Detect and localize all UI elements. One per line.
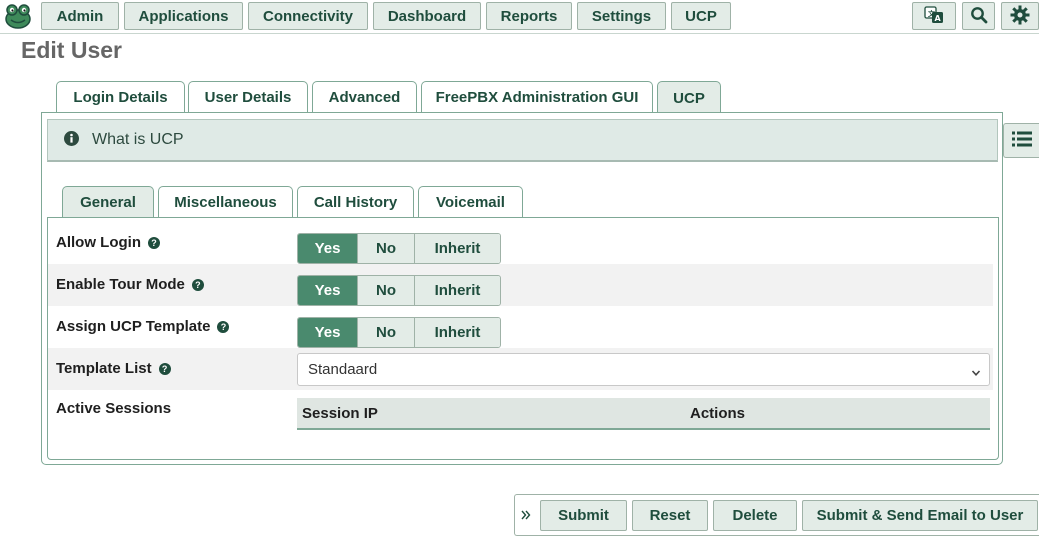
assign-ucp-template-label-text: Assign UCP Template (56, 318, 211, 335)
side-panel-toggle[interactable] (1003, 123, 1039, 158)
info-box-title: What is UCP (92, 131, 184, 148)
help-icon[interactable]: ? (158, 363, 171, 375)
freepbx-logo-icon[interactable] (4, 3, 32, 29)
inner-tab-miscellaneous[interactable]: Miscellaneous (158, 186, 293, 218)
allow-login-row: Allow Login ? Yes No Inherit (48, 222, 993, 264)
template-list-label: Template List ? (56, 360, 171, 377)
column-header-actions[interactable]: Actions (690, 405, 745, 422)
nav-ucp[interactable]: UCP (671, 2, 731, 30)
tab-login-details[interactable]: Login Details (56, 81, 185, 113)
translate-icon: 文 A (924, 5, 944, 28)
tab-freepbx-admin-gui[interactable]: FreePBX Administration GUI (421, 81, 653, 113)
translate-button[interactable]: 文 A (912, 2, 956, 30)
submit-send-email-button[interactable]: Submit & Send Email to User (802, 500, 1038, 531)
nav-connectivity[interactable]: Connectivity (248, 2, 368, 30)
assign-ucp-template-row: Assign UCP Template ? Yes No Inherit (48, 306, 993, 348)
page-title: Edit User (21, 37, 122, 63)
settings-button[interactable] (1001, 2, 1039, 30)
search-button[interactable] (962, 2, 995, 30)
allow-login-no[interactable]: No (358, 234, 415, 263)
assign-ucp-template-no[interactable]: No (358, 318, 415, 347)
help-icon[interactable]: ? (191, 279, 204, 291)
allow-login-inherit[interactable]: Inherit (415, 234, 500, 263)
inner-tab-general[interactable]: General (62, 186, 154, 218)
tab-user-details[interactable]: User Details (188, 81, 308, 113)
allow-login-label: Allow Login ? (56, 234, 160, 251)
submit-button[interactable]: Submit (540, 500, 627, 531)
template-list-label-text: Template List (56, 360, 152, 377)
sessions-table-header: Session IP Actions (297, 398, 990, 430)
search-icon (970, 6, 988, 27)
double-chevron-right-icon[interactable] (521, 506, 531, 527)
assign-ucp-template-toggle: Yes No Inherit (297, 317, 501, 348)
chevron-down-icon (971, 365, 981, 382)
assign-ucp-template-inherit[interactable]: Inherit (415, 318, 500, 347)
inner-tab-call-history[interactable]: Call History (297, 186, 414, 218)
template-list-select[interactable]: Standaard (297, 353, 990, 386)
active-sessions-label: Active Sessions (56, 400, 172, 417)
info-circle-icon (64, 131, 79, 149)
help-icon[interactable]: ? (147, 237, 160, 249)
assign-ucp-template-yes[interactable]: Yes (298, 318, 358, 347)
action-bar: Submit Reset Delete Submit & Send Email … (514, 494, 1039, 536)
svg-text:A: A (935, 14, 942, 23)
info-box[interactable]: What is UCP (47, 119, 998, 162)
template-list-row: Template List ? Standaard (48, 348, 993, 390)
enable-tour-mode-inherit[interactable]: Inherit (415, 276, 500, 305)
nav-dashboard[interactable]: Dashboard (373, 2, 481, 30)
enable-tour-mode-row: Enable Tour Mode ? Yes No Inherit (48, 264, 993, 306)
assign-ucp-template-label: Assign UCP Template ? (56, 318, 230, 335)
gear-icon (1010, 5, 1030, 28)
reset-button[interactable]: Reset (632, 500, 708, 531)
enable-tour-mode-yes[interactable]: Yes (298, 276, 358, 305)
top-navbar: Admin Applications Connectivity Dashboar… (0, 0, 1039, 34)
template-list-value: Standaard (308, 361, 378, 378)
enable-tour-mode-label-text: Enable Tour Mode (56, 276, 185, 293)
tab-ucp[interactable]: UCP (657, 81, 721, 114)
tab-advanced[interactable]: Advanced (312, 81, 417, 113)
allow-login-label-text: Allow Login (56, 234, 141, 251)
allow-login-yes[interactable]: Yes (298, 234, 358, 263)
delete-button[interactable]: Delete (713, 500, 797, 531)
enable-tour-mode-label: Enable Tour Mode ? (56, 276, 204, 293)
list-icon (1011, 131, 1032, 150)
nav-settings[interactable]: Settings (577, 2, 666, 30)
nav-applications[interactable]: Applications (124, 2, 243, 30)
enable-tour-mode-toggle: Yes No Inherit (297, 275, 501, 306)
inner-tab-voicemail[interactable]: Voicemail (418, 186, 523, 218)
nav-reports[interactable]: Reports (486, 2, 572, 30)
column-header-session-ip[interactable]: Session IP (302, 405, 378, 422)
allow-login-toggle: Yes No Inherit (297, 233, 501, 264)
help-icon[interactable]: ? (217, 321, 230, 333)
enable-tour-mode-no[interactable]: No (358, 276, 415, 305)
nav-admin[interactable]: Admin (41, 2, 119, 30)
